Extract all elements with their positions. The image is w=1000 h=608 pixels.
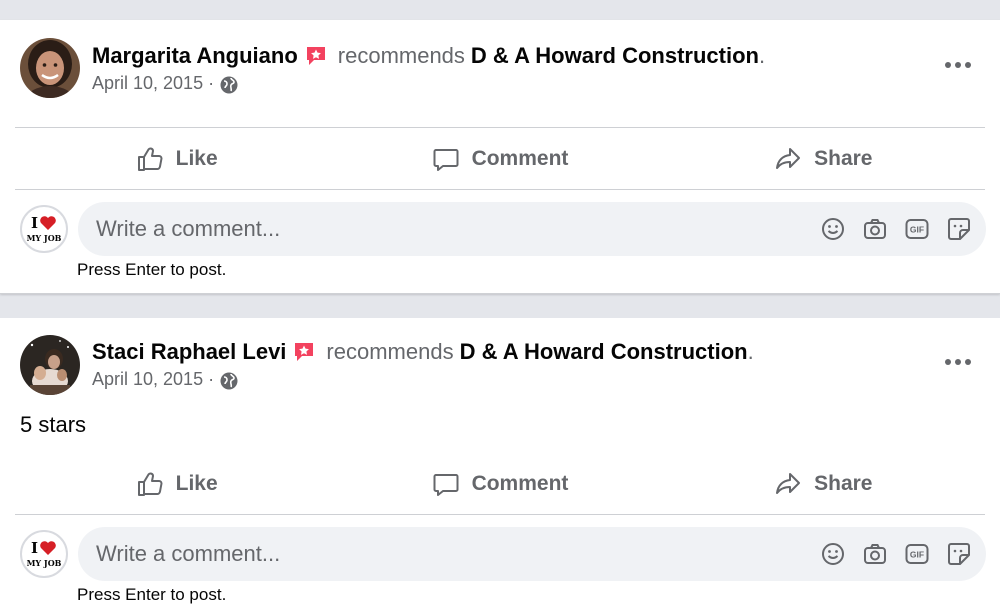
author-avatar[interactable] xyxy=(20,38,80,98)
title-period: . xyxy=(758,43,766,68)
post-date[interactable]: April 10, 2015 xyxy=(92,73,203,94)
comment-input[interactable] xyxy=(78,202,798,256)
globe-icon[interactable] xyxy=(220,372,238,390)
post-header: Margarita Anguiano recommends D & A Howa… xyxy=(0,20,1000,120)
post-actions: Like Comment Share xyxy=(15,129,985,189)
like-label: Like xyxy=(175,147,218,170)
post-meta: April 10, 2015 · xyxy=(92,70,238,96)
camera-icon[interactable] xyxy=(862,216,888,242)
divider xyxy=(15,514,985,515)
emoji-icon[interactable] xyxy=(820,541,846,567)
press-enter-hint: Press Enter to post. xyxy=(77,585,227,604)
comment-button[interactable]: Comment xyxy=(338,129,661,189)
comment-icon xyxy=(433,149,459,171)
meta-separator: · xyxy=(208,72,215,93)
divider xyxy=(15,127,985,128)
post-actions: Like Comment Share xyxy=(15,454,985,514)
author-name[interactable]: Staci Raphael Levi xyxy=(92,339,286,365)
avatar-text-myjob: MY JOB xyxy=(26,233,62,243)
recommend-badge-icon xyxy=(292,340,316,364)
comment-button[interactable]: Comment xyxy=(338,454,661,514)
commenter-avatar[interactable]: I MY JOB xyxy=(20,530,68,578)
press-enter-hint: Press Enter to post. xyxy=(77,260,227,279)
comment-tools: GIF xyxy=(820,527,972,581)
share-button[interactable]: Share xyxy=(662,129,985,189)
share-label: Share xyxy=(814,472,873,495)
avatar-text-i: I xyxy=(30,213,39,232)
recommends-verb: recommends xyxy=(326,339,454,364)
share-icon xyxy=(776,473,801,494)
share-icon xyxy=(776,148,801,169)
avatar-text-myjob: MY JOB xyxy=(26,558,62,568)
meta-separator: · xyxy=(208,368,215,389)
like-icon xyxy=(137,147,163,171)
like-button[interactable]: Like xyxy=(15,129,338,189)
comment-tools: GIF xyxy=(820,202,972,256)
like-label: Like xyxy=(175,472,218,495)
comment-label: Comment xyxy=(471,472,569,495)
share-label: Share xyxy=(814,147,873,170)
comment-input-box: GIF xyxy=(78,202,986,256)
post-date[interactable]: April 10, 2015 xyxy=(92,369,203,390)
sticker-icon[interactable] xyxy=(946,216,972,242)
svg-text:GIF: GIF xyxy=(910,225,924,235)
recommend-badge-icon xyxy=(304,44,328,68)
page-name-link[interactable]: D & A Howard Construction xyxy=(471,43,759,69)
author-name[interactable]: Margarita Anguiano xyxy=(92,43,298,69)
avatar-text-i: I xyxy=(30,538,39,557)
comment-label: Comment xyxy=(471,147,569,170)
comment-input-box: GIF xyxy=(78,527,986,581)
post-header: Staci Raphael Levi recommends D & A Howa… xyxy=(0,318,1000,418)
share-button[interactable]: Share xyxy=(662,454,985,514)
more-options-icon[interactable] xyxy=(938,53,978,77)
title-period: . xyxy=(747,339,754,364)
gif-icon[interactable]: GIF xyxy=(904,541,930,567)
comment-icon xyxy=(433,474,459,496)
post-meta: April 10, 2015 · xyxy=(92,366,238,392)
comment-input[interactable] xyxy=(78,527,798,581)
recommends-verb: recommends xyxy=(337,43,465,68)
page-name-link[interactable]: D & A Howard Construction xyxy=(460,339,748,365)
emoji-icon[interactable] xyxy=(820,216,846,242)
camera-icon[interactable] xyxy=(862,541,888,567)
svg-text:GIF: GIF xyxy=(910,550,924,560)
globe-icon[interactable] xyxy=(220,76,238,94)
post-title-line: Margarita Anguiano recommends D & A Howa… xyxy=(92,40,765,72)
like-button[interactable]: Like xyxy=(15,454,338,514)
post-title-line: Staci Raphael Levi recommends D & A Howa… xyxy=(92,336,754,368)
heart-icon xyxy=(40,216,56,230)
commenter-avatar[interactable]: I MY JOB xyxy=(20,205,68,253)
divider xyxy=(15,189,985,190)
gif-icon[interactable]: GIF xyxy=(904,216,930,242)
heart-icon xyxy=(40,541,56,555)
comment-composer: I MY JOB GIF xyxy=(20,202,986,256)
post-card: Margarita Anguiano recommends D & A Howa… xyxy=(0,20,1000,294)
post-card: Staci Raphael Levi recommends D & A Howa… xyxy=(0,318,1000,608)
more-options-icon[interactable] xyxy=(938,350,978,374)
post-text: 5 stars xyxy=(20,412,87,437)
like-icon xyxy=(137,472,163,496)
author-avatar[interactable] xyxy=(20,335,80,395)
sticker-icon[interactable] xyxy=(946,541,972,567)
comment-composer: I MY JOB GIF xyxy=(20,527,986,581)
